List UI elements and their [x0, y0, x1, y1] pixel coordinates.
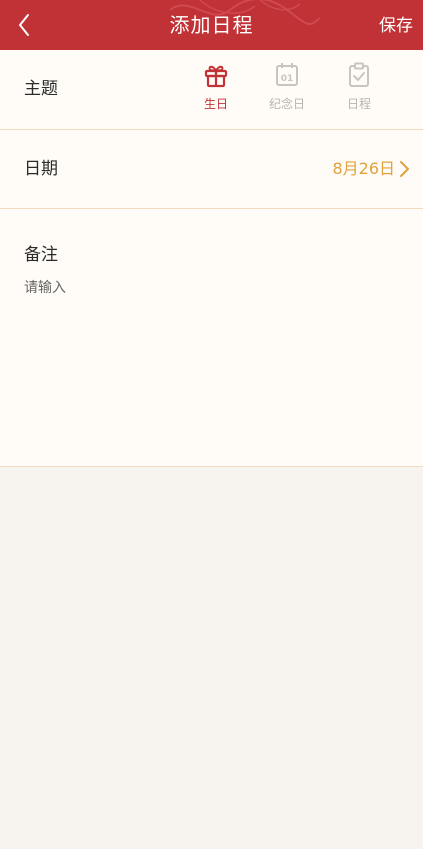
note-label: 备注: [24, 245, 58, 265]
topic-option-label: 纪念日: [268, 97, 305, 111]
topic-option-schedule[interactable]: 日程: [331, 62, 387, 112]
topic-option-label: 日程: [346, 97, 371, 111]
date-label: 日期: [24, 159, 58, 179]
topic-option-birthday[interactable]: 生日: [188, 62, 244, 112]
topic-option-label: 生日: [203, 97, 228, 111]
page-title: 添加日程: [169, 13, 254, 37]
date-row[interactable]: 日期 8月26日: [0, 130, 423, 209]
date-value[interactable]: 8月26日: [332, 130, 395, 208]
gift-icon: [204, 65, 228, 88]
chevron-right-icon: [400, 161, 409, 177]
svg-text:01: 01: [281, 74, 294, 84]
topic-row: 主题 生日 01 纪念日 日程: [0, 50, 423, 130]
note-input[interactable]: [24, 277, 394, 447]
nav-bar: 添加日程 保存: [0, 0, 423, 50]
checklist-icon: [349, 62, 369, 87]
save-button[interactable]: 保存: [379, 0, 413, 50]
empty-background: [0, 467, 423, 849]
topic-option-anniversary[interactable]: 01 纪念日: [259, 62, 315, 112]
calendar-01-icon: 01: [276, 63, 298, 86]
topic-label: 主题: [24, 79, 58, 99]
note-row: 备注: [0, 209, 423, 467]
form-card: 主题 生日 01 纪念日 日程 日期 8月26日 备注 请输入: [0, 50, 423, 467]
